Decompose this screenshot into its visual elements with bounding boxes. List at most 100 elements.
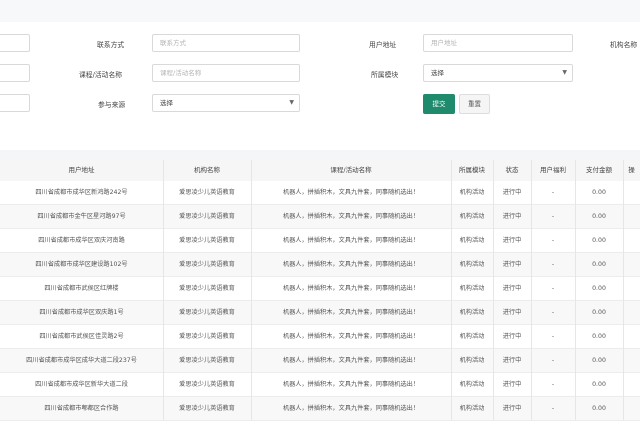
cell-course: 机器人，拼插积木，文具九件套，同事随机选出！ <box>282 213 420 220</box>
cell-status: 进行中 <box>502 189 522 196</box>
source-select[interactable]: 选择 ▼ <box>152 94 300 112</box>
cell-course: 机器人，拼插积木，文具九件套，同事随机选出！ <box>282 237 420 244</box>
cell-org: 爱思凌少儿英语教育 <box>179 309 235 316</box>
table-row[interactable]: 四川省成都市郫都区合作路 爱思凌少儿英语教育 机器人，拼插积木，文具九件套，同事随机… <box>0 397 640 421</box>
cell-status: 进行中 <box>502 213 522 220</box>
cell-amount: 0.00 <box>592 285 606 292</box>
cell-amount: 0.00 <box>592 357 606 364</box>
cell-module: 机构活动 <box>459 309 485 316</box>
table-row[interactable]: 四川省成都市成华区成华大道二段237号 爱思凌少儿英语教育 机器人，拼插积木，文具九… <box>0 349 640 373</box>
cell-benefit: - <box>551 405 555 412</box>
cell-course: 机器人，拼插积木，文具九件套，同事随机选出！ <box>282 357 420 364</box>
table-row[interactable]: 四川省成都市武侯区佳灵路2号 爱思凌少儿英语教育 机器人，拼插积木，文具九件套，同事… <box>0 325 640 349</box>
cell-org: 爱思凌少儿英语教育 <box>179 237 235 244</box>
col-header-action: 操 <box>628 166 635 174</box>
cell-module: 机构活动 <box>459 213 485 220</box>
module-label: 所属模块 <box>371 71 399 79</box>
cell-org: 爱思凌少儿英语教育 <box>179 381 235 388</box>
cell-address: 四川省成都市武侯区红牌楼 <box>44 285 119 292</box>
cell-module: 机构活动 <box>459 189 485 196</box>
col-header-status: 状态 <box>505 166 519 174</box>
cell-status: 进行中 <box>502 285 522 292</box>
cell-benefit: - <box>551 189 555 196</box>
filter-panel: 联系方式 联系方式 课程/活动名称 课程/活动名称 参与来源 选择 ▼ 用户地址… <box>0 22 640 150</box>
cell-course: 机器人，拼插积木，文具九件套，同事随机选出！ <box>282 309 420 316</box>
cell-benefit: - <box>551 213 555 220</box>
cell-status: 进行中 <box>502 381 522 388</box>
table-row[interactable]: 四川省成都市金牛区星河路97号 爱思凌少儿英语教育 机器人，拼插积木，文具九件套，同… <box>0 205 640 229</box>
table-row[interactable]: 四川省成都市成华区建设路102号 爱思凌少儿英语教育 机器人，拼插积木，文具九件套，… <box>0 253 640 277</box>
cell-status: 进行中 <box>502 333 522 340</box>
cell-status: 进行中 <box>502 237 522 244</box>
table-row[interactable]: 四川省成都市武侯区红牌楼 爱思凌少儿英语教育 机器人，拼插积木，文具九件套，同事随机… <box>0 277 640 301</box>
module-select-value: 选择 <box>431 69 444 77</box>
col-header-org: 机构名称 <box>194 166 220 174</box>
cell-address: 四川省成都市武侯区佳灵路2号 <box>39 333 124 340</box>
cell-course: 机器人，拼插积木，文具九件套，同事随机选出！ <box>282 189 420 196</box>
filter-input-1[interactable] <box>0 34 30 52</box>
user-address-label: 用户地址 <box>369 41 397 49</box>
filter-input-3[interactable] <box>0 94 30 112</box>
source-label: 参与来源 <box>98 101 126 109</box>
cell-address: 四川省成都市成华区建设路102号 <box>35 261 128 268</box>
cell-address: 四川省成都市成华区新华大道二段 <box>35 381 128 388</box>
cell-address: 四川省成都市成华区双庆路1号 <box>39 309 124 316</box>
course-label: 课程/活动名称 <box>79 71 123 79</box>
source-select-value: 选择 <box>160 99 173 107</box>
cell-amount: 0.00 <box>592 381 606 388</box>
table-header: 用户地址 机构名称 课程/活动名称 所属模块 状态 用户福利 支付金额 操 <box>0 160 640 182</box>
cell-module: 机构活动 <box>459 237 485 244</box>
section-gap <box>0 150 640 160</box>
cell-course: 机器人，拼插积木，文具九件套，同事随机选出！ <box>282 381 420 388</box>
reset-button[interactable]: 重置 <box>459 94 490 114</box>
col-header-module: 所属模块 <box>459 166 485 174</box>
course-input[interactable]: 课程/活动名称 <box>152 64 300 82</box>
cell-org: 爱思凌少儿英语教育 <box>179 261 235 268</box>
table-body: 四川省成都市成华区新鸿路242号 爱思凌少儿英语教育 机器人，拼插积木，文具九件套，… <box>0 181 640 421</box>
cell-amount: 0.00 <box>592 237 606 244</box>
col-header-amount: 支付金额 <box>586 166 612 174</box>
cell-benefit: - <box>551 357 555 364</box>
cell-module: 机构活动 <box>459 285 485 292</box>
user-address-input[interactable]: 用户地址 <box>423 34 573 52</box>
cell-amount: 0.00 <box>592 309 606 316</box>
cell-amount: 0.00 <box>592 405 606 412</box>
cell-benefit: - <box>551 261 555 268</box>
cell-amount: 0.00 <box>592 261 606 268</box>
cell-org: 爱思凌少儿英语教育 <box>179 357 235 364</box>
table-row[interactable]: 四川省成都市成华区双庆路1号 爱思凌少儿英语教育 机器人，拼插积木，文具九件套，同事… <box>0 301 640 325</box>
table-row[interactable]: 四川省成都市成华区双庆河南路 爱思凌少儿英语教育 机器人，拼插积木，文具九件套，同事… <box>0 229 640 253</box>
filter-input-2[interactable] <box>0 64 30 82</box>
cell-amount: 0.00 <box>592 189 606 196</box>
cell-address: 四川省成都市金牛区星河路97号 <box>37 213 126 220</box>
col-header-address: 用户地址 <box>68 166 95 174</box>
table-row[interactable]: 四川省成都市成华区新华大道二段 爱思凌少儿英语教育 机器人，拼插积木，文具九件套，同… <box>0 373 640 397</box>
cell-benefit: - <box>551 237 555 244</box>
cell-org: 爱思凌少儿英语教育 <box>179 333 235 340</box>
top-bar <box>0 0 640 22</box>
cell-status: 进行中 <box>502 357 522 364</box>
cell-address: 四川省成都市成华区新鸿路242号 <box>35 189 128 196</box>
cell-org: 爱思凌少儿英语教育 <box>179 213 235 220</box>
chevron-down-icon: ▼ <box>562 69 567 76</box>
cell-status: 进行中 <box>502 309 522 316</box>
col-header-benefit: 用户福利 <box>540 166 566 174</box>
cell-status: 进行中 <box>502 261 522 268</box>
cell-org: 爱思凌少儿英语教育 <box>179 405 235 412</box>
chevron-down-icon: ▼ <box>289 99 294 106</box>
cell-benefit: - <box>551 381 555 388</box>
cell-module: 机构活动 <box>459 261 485 268</box>
cell-benefit: - <box>551 309 555 316</box>
contact-input[interactable]: 联系方式 <box>152 34 300 52</box>
col-header-course: 课程/活动名称 <box>330 166 372 174</box>
cell-benefit: - <box>551 333 555 340</box>
cell-amount: 0.00 <box>592 213 606 220</box>
cell-module: 机构活动 <box>459 357 485 364</box>
module-select[interactable]: 选择 ▼ <box>423 64 573 82</box>
table-row[interactable]: 四川省成都市成华区新鸿路242号 爱思凌少儿英语教育 机器人，拼插积木，文具九件套，… <box>0 181 640 205</box>
submit-button[interactable]: 提交 <box>423 94 455 114</box>
cell-org: 爱思凌少儿英语教育 <box>179 285 235 292</box>
cell-module: 机构活动 <box>459 405 485 412</box>
cell-course: 机器人，拼插积木，文具九件套，同事随机选出！ <box>282 333 420 340</box>
cell-org: 爱思凌少儿英语教育 <box>179 189 235 196</box>
